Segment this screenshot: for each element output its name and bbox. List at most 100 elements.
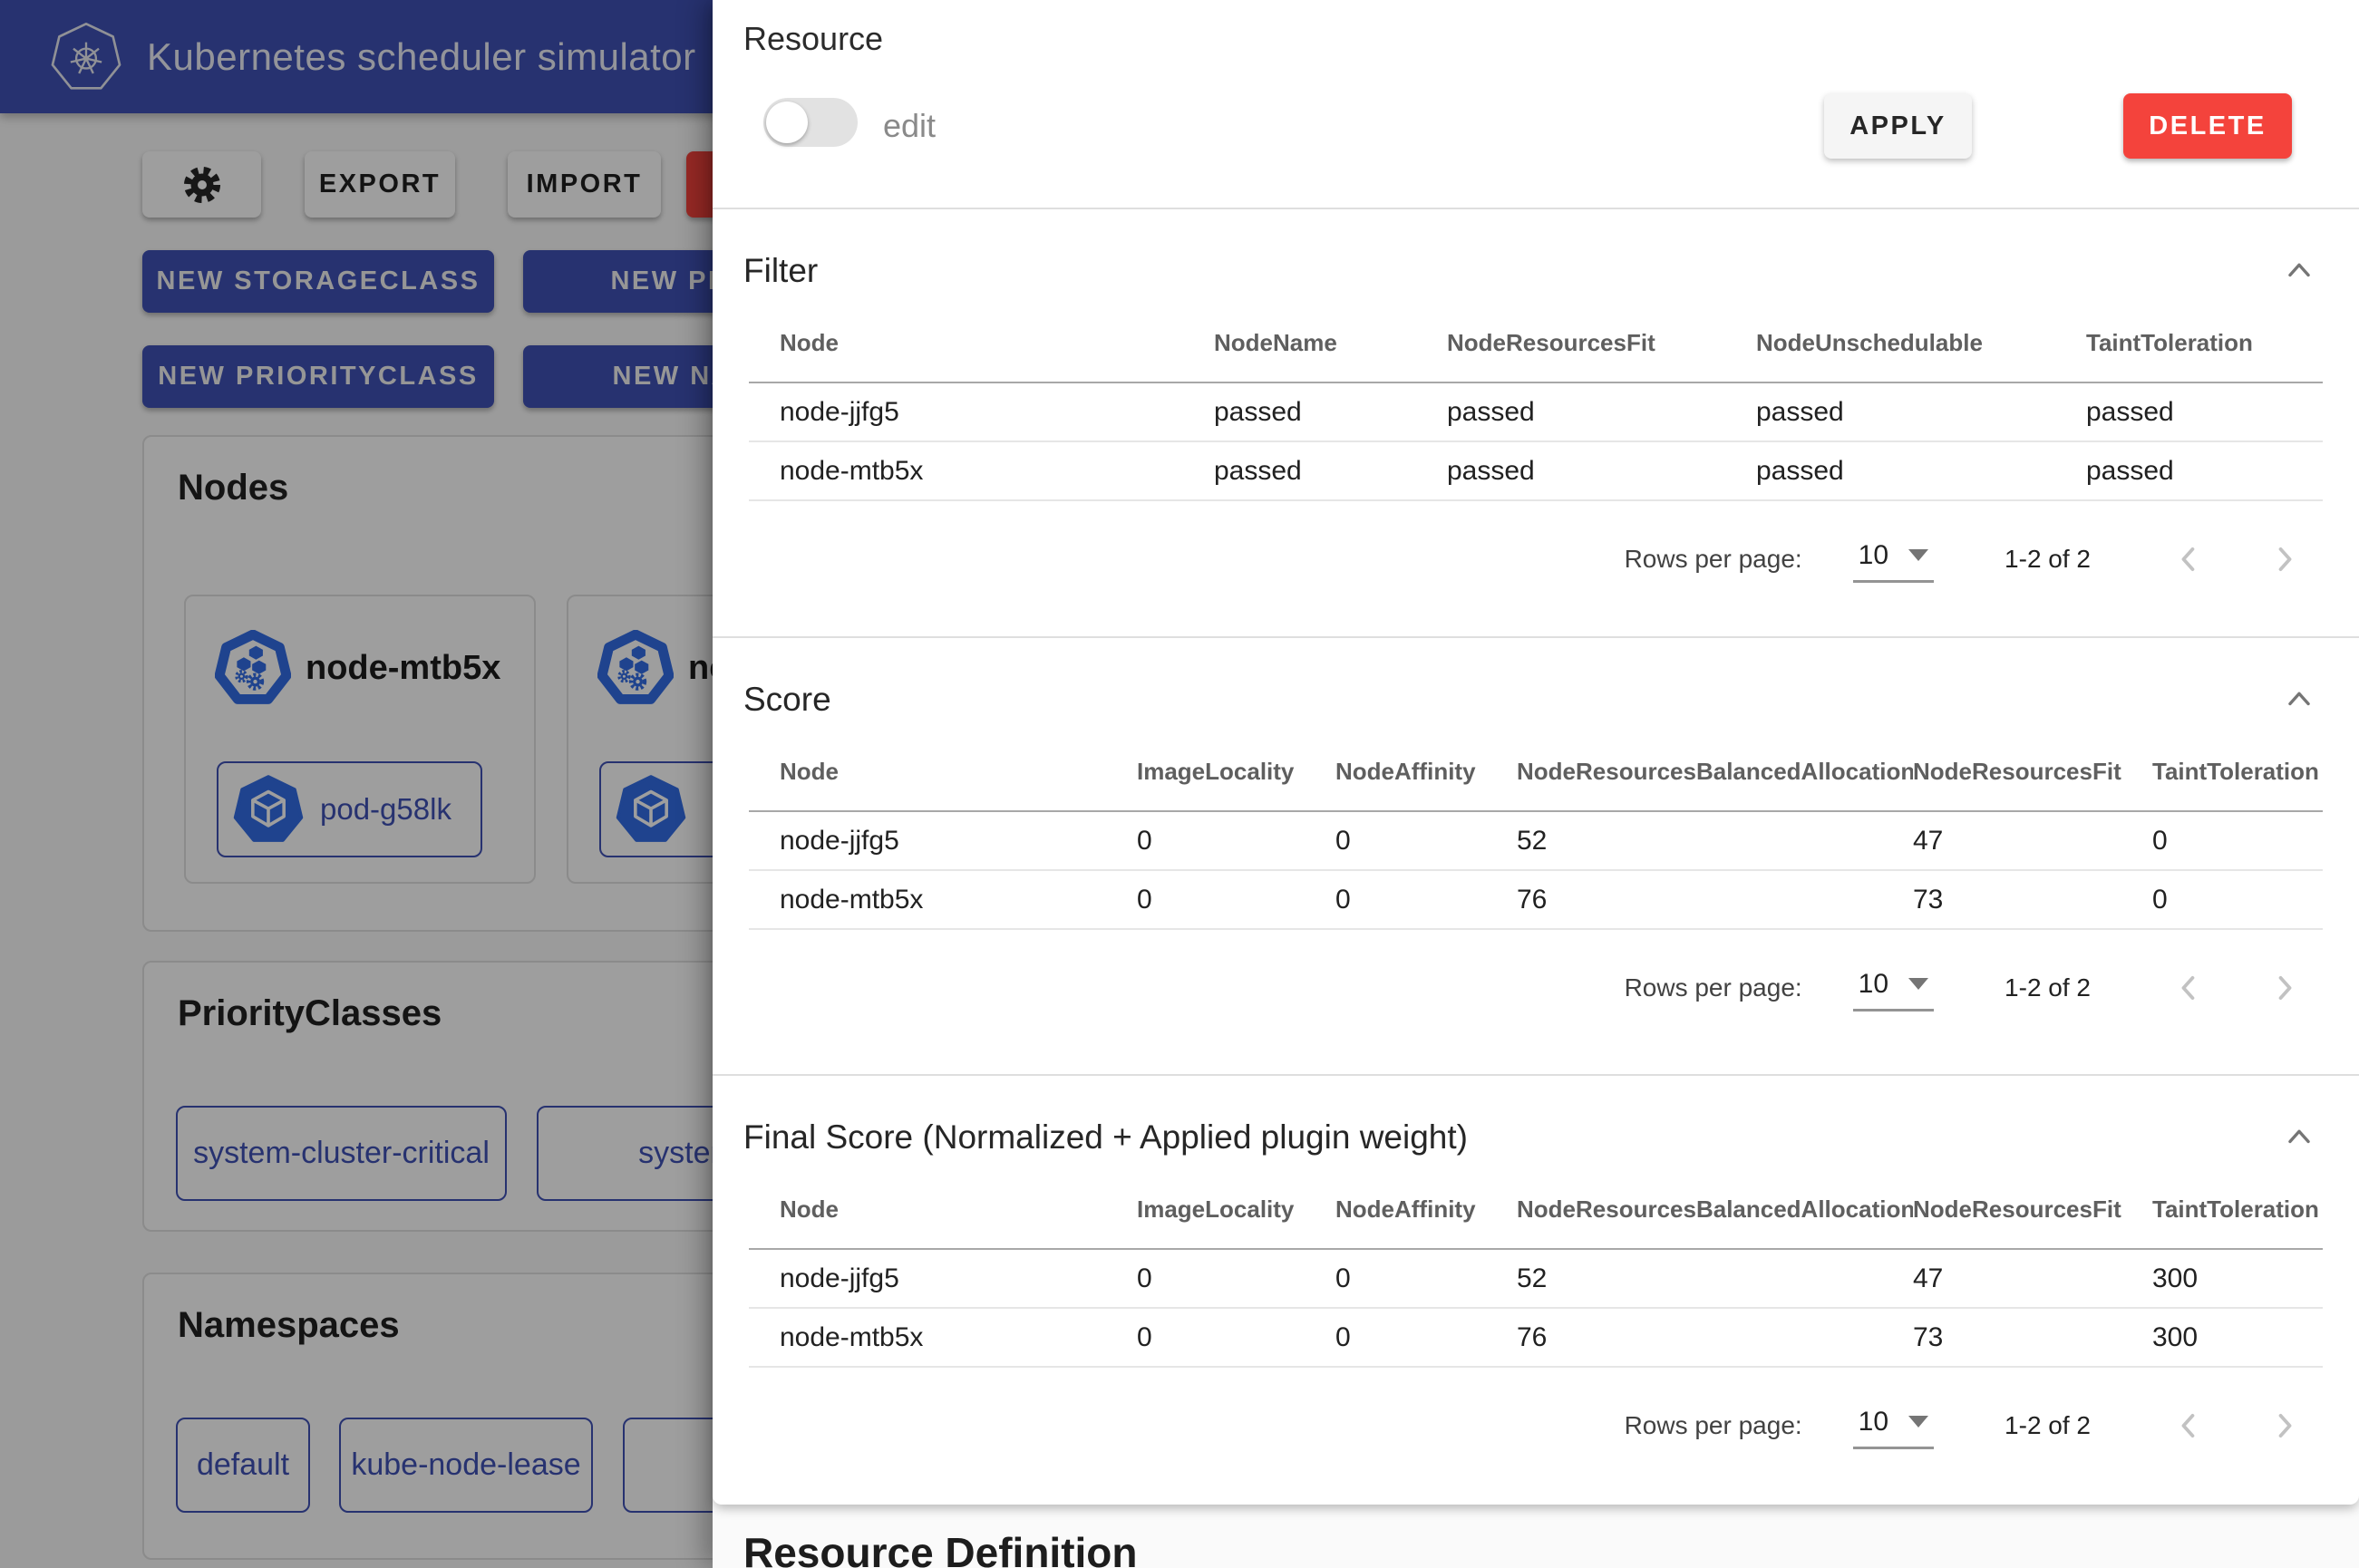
collapse-button[interactable]	[2279, 251, 2319, 291]
caret-down-icon	[1908, 549, 1928, 561]
score-section: Score NodeImageLocalityNodeAffinityNodeR…	[713, 638, 2359, 1074]
column-header: NodeAffinity	[1335, 1195, 1517, 1224]
table-cell: passed	[1447, 456, 1756, 487]
pagination-range: 1-2 of 2	[2005, 545, 2091, 574]
collapse-button[interactable]	[2279, 1118, 2319, 1157]
table-cell: node-jjfg5	[780, 826, 1137, 857]
chevron-left-icon	[2170, 1408, 2207, 1444]
filter-section-title: Filter	[743, 252, 818, 290]
table-cell: 0	[1335, 826, 1517, 857]
column-header: NodeResourcesFit	[1913, 758, 2152, 786]
rows-per-page-value: 10	[1859, 540, 1888, 571]
table-row: node-mtb5xpassedpassedpassedpassed	[749, 442, 2323, 501]
table-cell: node-mtb5x	[780, 885, 1137, 915]
rows-per-page-select[interactable]: 10	[1853, 1403, 1934, 1449]
table-cell: 76	[1517, 885, 1913, 915]
caret-down-icon	[1908, 1416, 1928, 1428]
column-header: TaintToleration	[2086, 329, 2323, 357]
caret-down-icon	[1908, 978, 1928, 990]
table-cell: 76	[1517, 1322, 1913, 1353]
column-header: NodeResourcesFit	[1447, 329, 1756, 357]
table-cell: 0	[1137, 885, 1335, 915]
table-cell: 0	[2152, 885, 2323, 915]
final-score-section-title: Final Score (Normalized + Applied plugin…	[743, 1118, 1468, 1157]
rows-per-page-value: 10	[1859, 1407, 1888, 1437]
rows-per-page-value: 10	[1859, 969, 1888, 1000]
table-cell: 47	[1913, 1263, 2152, 1294]
table-cell: 73	[1913, 1322, 2152, 1353]
table-row: node-jjfg5005247300	[749, 1250, 2323, 1309]
table-cell: passed	[2086, 397, 2323, 428]
delete-button[interactable]: DELETE	[2123, 93, 2292, 159]
table-row: node-jjfg50052470	[749, 812, 2323, 871]
rows-per-page-label: Rows per page:	[1625, 973, 1802, 1002]
table-header-row: NodeImageLocalityNodeAffinityNodeResourc…	[749, 1170, 2323, 1250]
table-cell: node-mtb5x	[780, 1322, 1137, 1353]
previous-page-button[interactable]	[2169, 539, 2209, 579]
rows-per-page-label: Rows per page:	[1625, 545, 1802, 574]
previous-page-button[interactable]	[2169, 968, 2209, 1008]
column-header: NodeResourcesFit	[1913, 1195, 2152, 1224]
table-row: node-jjfg5passedpassedpassedpassed	[749, 383, 2323, 442]
table-cell: 73	[1913, 885, 2152, 915]
table-cell: node-jjfg5	[780, 1263, 1137, 1294]
table-cell: 300	[2152, 1322, 2323, 1353]
next-page-button[interactable]	[2265, 539, 2305, 579]
filter-table: NodeNodeNameNodeResourcesFitNodeUnschedu…	[749, 304, 2323, 501]
table-cell: 52	[1517, 1263, 1913, 1294]
chevron-up-icon	[2282, 1120, 2316, 1155]
chevron-left-icon	[2170, 541, 2207, 577]
table-cell: 0	[1335, 1322, 1517, 1353]
rows-per-page-select[interactable]: 10	[1853, 537, 1934, 583]
edit-toggle-thumb	[766, 102, 808, 143]
table-cell: node-jjfg5	[780, 397, 1214, 428]
collapse-button[interactable]	[2279, 680, 2319, 720]
pagination-range: 1-2 of 2	[2005, 1411, 2091, 1440]
edit-toggle-label: edit	[883, 107, 936, 145]
table-cell: passed	[1756, 397, 2086, 428]
rows-per-page-label: Rows per page:	[1625, 1411, 1802, 1440]
table-header-row: NodeImageLocalityNodeAffinityNodeResourc…	[749, 732, 2323, 812]
chevron-up-icon	[2282, 254, 2316, 288]
column-header: NodeName	[1214, 329, 1447, 357]
table-row: node-mtb5x0076730	[749, 871, 2323, 930]
drawer-title: Resource	[743, 20, 883, 58]
column-header: NodeResourcesBalancedAllocation	[1517, 758, 1913, 786]
chevron-up-icon	[2282, 682, 2316, 717]
filter-pagination: Rows per page: 10 1-2 of 2	[713, 527, 2359, 592]
resource-definition-section: Resource Definition	[713, 1505, 2359, 1568]
table-cell: passed	[1214, 456, 1447, 487]
final-score-pagination: Rows per page: 10 1-2 of 2	[713, 1393, 2359, 1458]
table-cell: passed	[1214, 397, 1447, 428]
scheduling-results-card: Resource edit APPLY DELETE Filter NodeN	[713, 0, 2359, 1505]
table-cell: 47	[1913, 826, 2152, 857]
next-page-button[interactable]	[2265, 968, 2305, 1008]
table-cell: passed	[1756, 456, 2086, 487]
column-header: Node	[780, 1195, 1137, 1224]
filter-section: Filter NodeNodeNameNodeResourcesFitNodeU…	[713, 209, 2359, 636]
resource-drawer: Resource edit APPLY DELETE Filter NodeN	[713, 0, 2359, 1568]
score-table: NodeImageLocalityNodeAffinityNodeResourc…	[749, 732, 2323, 930]
chevron-left-icon	[2170, 970, 2207, 1006]
chevron-right-icon	[2267, 970, 2303, 1006]
column-header: ImageLocality	[1137, 758, 1335, 786]
table-cell: 0	[1335, 885, 1517, 915]
rows-per-page-select[interactable]: 10	[1853, 965, 1934, 1011]
score-pagination: Rows per page: 10 1-2 of 2	[713, 955, 2359, 1021]
next-page-button[interactable]	[2265, 1406, 2305, 1446]
table-cell: 0	[1137, 1322, 1335, 1353]
apply-button[interactable]: APPLY	[1824, 93, 1972, 159]
column-header: NodeUnschedulable	[1756, 329, 2086, 357]
table-cell: passed	[2086, 456, 2323, 487]
edit-toggle[interactable]	[763, 98, 858, 147]
table-header-row: NodeNodeNameNodeResourcesFitNodeUnschedu…	[749, 304, 2323, 383]
column-header: Node	[780, 758, 1137, 786]
chevron-right-icon	[2267, 1408, 2303, 1444]
column-header: TaintToleration	[2152, 758, 2323, 786]
table-cell: 0	[1137, 1263, 1335, 1294]
column-header: Node	[780, 329, 1214, 357]
column-header: NodeResourcesBalancedAllocation	[1517, 1195, 1913, 1224]
previous-page-button[interactable]	[2169, 1406, 2209, 1446]
table-cell: node-mtb5x	[780, 456, 1214, 487]
table-cell: 0	[1137, 826, 1335, 857]
